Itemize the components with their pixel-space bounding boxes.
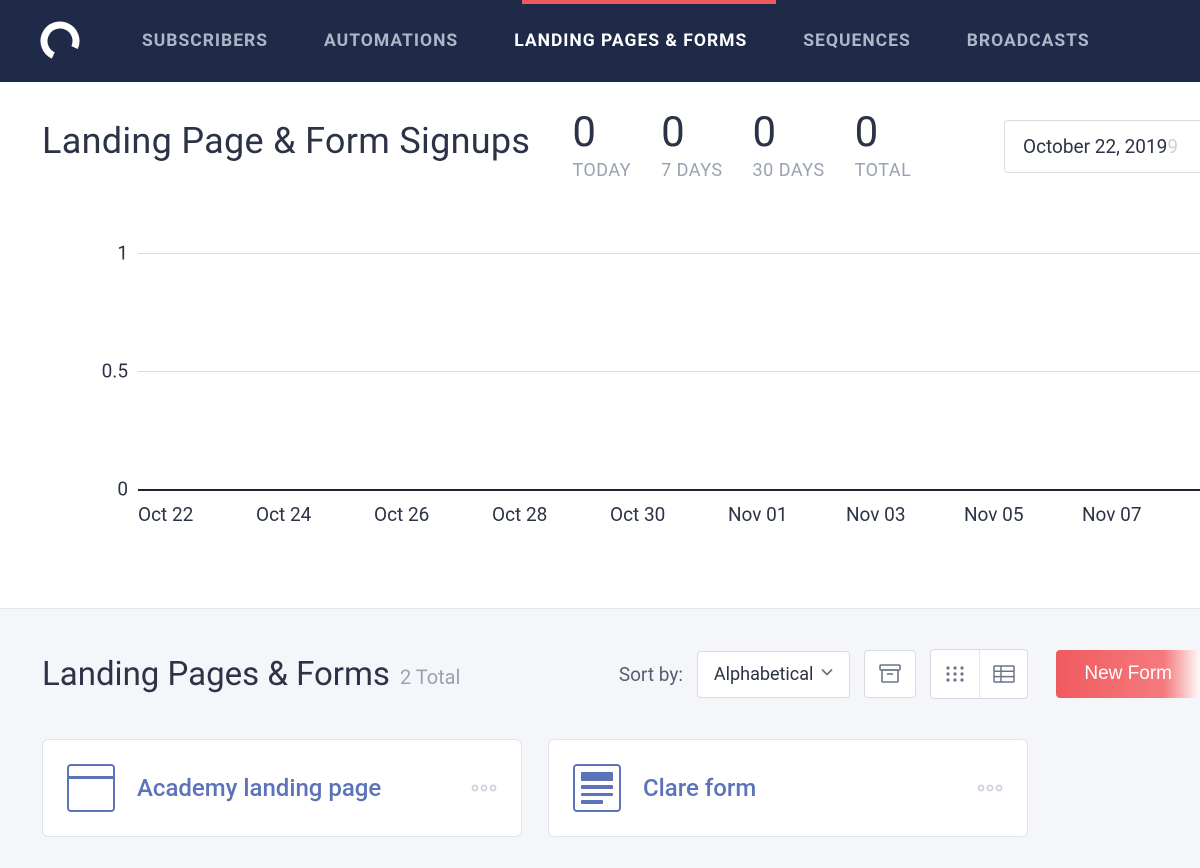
table-view-button[interactable]	[979, 650, 1027, 698]
x-label: Oct 28	[492, 503, 610, 526]
view-toggle	[930, 649, 1028, 699]
stats-row: Landing Page & Form Signups 0 TODAY 0 7 …	[42, 120, 1200, 181]
brand-logo[interactable]	[38, 19, 82, 63]
stat-value: 0	[753, 112, 825, 154]
nav-broadcasts[interactable]: BROADCASTS	[967, 31, 1090, 51]
stat-7days: 0 7 DAYS	[661, 112, 722, 181]
x-label: Oct 24	[256, 503, 374, 526]
chevron-down-icon	[821, 668, 833, 680]
active-tab-indicator	[522, 0, 776, 4]
x-label: Oct 22	[138, 503, 256, 526]
stat-label: TODAY	[572, 160, 631, 181]
stat-total: 0 TOTAL	[855, 112, 912, 181]
stat-today: 0 TODAY	[572, 112, 631, 181]
gridline	[138, 253, 1200, 254]
x-label: Nov 03	[846, 503, 964, 526]
card-menu-button[interactable]	[977, 784, 1003, 792]
list-title: Landing Pages & Forms	[42, 655, 390, 694]
nav-items: SUBSCRIBERS AUTOMATIONS LANDING PAGES & …	[142, 31, 1090, 51]
more-icon	[471, 784, 497, 792]
grid-icon	[945, 665, 965, 683]
form-card[interactable]: Academy landing page	[42, 739, 522, 837]
card-menu-button[interactable]	[471, 784, 497, 792]
grid-view-button[interactable]	[931, 650, 979, 698]
stats-group: 0 TODAY 0 7 DAYS 0 30 DAYS 0 TOTAL	[572, 112, 911, 181]
nav-landing-pages-forms[interactable]: LANDING PAGES & FORMS	[514, 31, 747, 51]
date-range-fade: 9	[1167, 135, 1178, 158]
card-title[interactable]: Clare form	[643, 774, 955, 802]
x-axis-line	[138, 489, 1200, 491]
nav-sequences[interactable]: SEQUENCES	[803, 31, 910, 51]
stat-30days: 0 30 DAYS	[753, 112, 825, 181]
archive-button[interactable]	[864, 650, 916, 698]
list-controls: Sort by: Alphabetical	[619, 649, 1200, 699]
x-label: Nov 01	[728, 503, 846, 526]
y-tick: 1	[117, 242, 128, 265]
landing-page-icon	[67, 764, 115, 812]
top-navbar: SUBSCRIBERS AUTOMATIONS LANDING PAGES & …	[0, 0, 1200, 82]
form-cards: Academy landing page Clare form	[42, 739, 1200, 837]
date-range-text: October 22, 2019	[1023, 135, 1167, 158]
signups-chart: 1 0.5 0 Oct 22 Oct 24 Oct 26 Oct 28 Oct …	[42, 253, 1200, 556]
x-label: Oct 26	[374, 503, 492, 526]
gridline	[138, 371, 1200, 372]
nav-subscribers[interactable]: SUBSCRIBERS	[142, 31, 268, 51]
card-title[interactable]: Academy landing page	[137, 774, 449, 802]
nav-automations[interactable]: AUTOMATIONS	[324, 31, 458, 51]
archive-icon	[879, 664, 901, 684]
list-total: 2 Total	[400, 665, 460, 689]
main-content: Landing Page & Form Signups 0 TODAY 0 7 …	[0, 82, 1200, 556]
list-header: Landing Pages & Forms 2 Total Sort by: A…	[42, 649, 1200, 699]
y-tick: 0.5	[102, 360, 128, 383]
more-icon	[977, 784, 1003, 792]
x-label: Nov 07	[1082, 503, 1200, 526]
stat-label: 30 DAYS	[753, 160, 825, 181]
page-title: Landing Page & Form Signups	[42, 120, 530, 162]
y-tick: 0	[117, 478, 128, 501]
stat-value: 0	[855, 112, 912, 154]
stat-value: 0	[661, 112, 722, 154]
forms-list-section: Landing Pages & Forms 2 Total Sort by: A…	[0, 608, 1200, 868]
stat-label: TOTAL	[855, 160, 912, 181]
x-axis-labels: Oct 22 Oct 24 Oct 26 Oct 28 Oct 30 Nov 0…	[138, 503, 1200, 526]
sort-by-label: Sort by:	[619, 663, 683, 686]
table-icon	[993, 665, 1015, 683]
date-range-picker[interactable]: October 22, 20199	[1004, 120, 1200, 173]
form-card[interactable]: Clare form	[548, 739, 1028, 837]
stat-value: 0	[572, 112, 631, 154]
new-form-button[interactable]: New Form	[1056, 650, 1200, 698]
sort-select[interactable]: Alphabetical	[697, 651, 850, 698]
form-icon	[573, 764, 621, 812]
sort-value: Alphabetical	[714, 664, 813, 685]
stat-label: 7 DAYS	[661, 160, 722, 181]
x-label: Nov 05	[964, 503, 1082, 526]
x-label: Oct 30	[610, 503, 728, 526]
